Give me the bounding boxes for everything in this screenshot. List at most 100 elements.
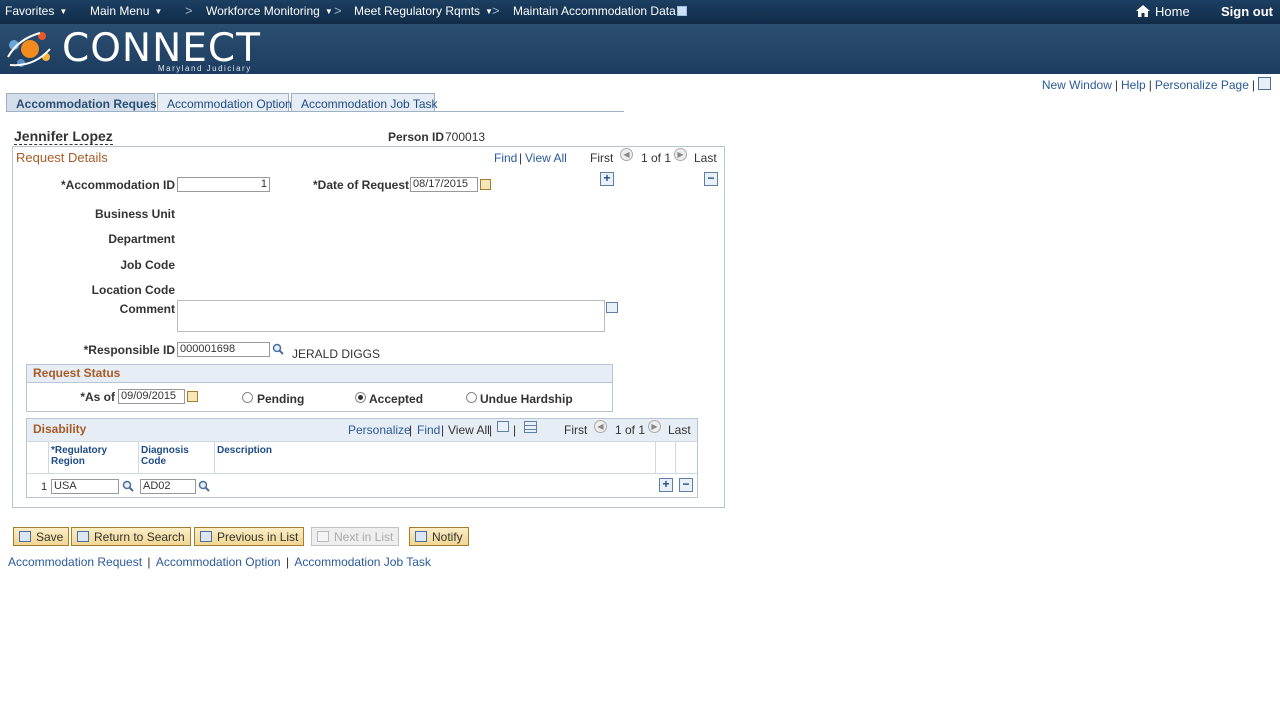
favorites-label: Favorites: [5, 4, 55, 18]
next-arrow-icon[interactable]: ▶: [648, 420, 661, 433]
job-code-label: Job Code: [120, 258, 175, 272]
view-all-link[interactable]: View All: [448, 423, 490, 437]
personalize-page-link[interactable]: Personalize Page: [1155, 78, 1249, 92]
save-icon: [19, 531, 31, 542]
undue-hardship-label: Undue Hardship: [480, 392, 573, 406]
separator: |: [519, 151, 523, 165]
regulatory-region-header[interactable]: *Regulatory Region: [49, 441, 139, 474]
tab-accommodation-job-task[interactable]: Accommodation Job Task: [291, 93, 438, 112]
lookup-search-icon[interactable]: [122, 480, 134, 492]
link-accommodation-option[interactable]: Accommodation Option: [156, 555, 281, 569]
responsible-id-input[interactable]: 000001698: [177, 342, 270, 357]
notify-label: Notify: [432, 530, 463, 544]
calendar-icon[interactable]: [480, 179, 491, 190]
location-code-label: Location Code: [91, 283, 175, 297]
accommodation-id-input[interactable]: 1: [177, 177, 270, 192]
breadcrumb-label: Workforce Monitoring: [206, 4, 320, 18]
previous-in-list-button[interactable]: Previous in List: [194, 527, 305, 546]
page-layout-icon[interactable]: [1258, 77, 1271, 90]
as-of-date-input[interactable]: 09/09/2015: [118, 389, 185, 404]
diagnosis-code-header[interactable]: Diagnosis Code: [139, 441, 215, 474]
responsible-name: JERALD DIGGS: [292, 347, 381, 361]
add-row-icon[interactable]: +: [600, 172, 614, 186]
separator: |: [1114, 78, 1118, 92]
find-link[interactable]: Find: [417, 423, 440, 437]
notify-icon: [415, 531, 427, 542]
search-page-icon[interactable]: [676, 6, 687, 16]
tab-underline: [6, 111, 624, 112]
new-window-link[interactable]: New Window: [1042, 78, 1112, 92]
first-label: First: [590, 151, 614, 165]
delete-row-icon[interactable]: −: [679, 478, 693, 492]
download-grid-icon[interactable]: [524, 421, 537, 433]
separator: |: [144, 555, 154, 569]
request-status-header: Request Status: [27, 365, 612, 383]
date-of-request-input[interactable]: 08/17/2015: [410, 177, 478, 192]
regulatory-region-input[interactable]: USA: [51, 479, 119, 494]
separator: |: [489, 423, 493, 437]
breadcrumb-separator-icon: >: [492, 3, 500, 18]
record-count: 1 of 1: [641, 151, 672, 165]
lookup-search-icon[interactable]: [198, 480, 210, 492]
home-icon: [1136, 5, 1150, 17]
row-number: 1: [41, 481, 48, 493]
maryland-judiciary-subtitle: Maryland Judiciary: [158, 64, 252, 73]
separator: |: [441, 423, 445, 437]
diagnosis-code-input[interactable]: AD02: [140, 479, 196, 494]
last-label: Last: [694, 151, 717, 165]
undue-hardship-radio[interactable]: [466, 392, 477, 403]
home-link[interactable]: Home: [1136, 4, 1190, 19]
breadcrumb-meet-regulatory[interactable]: Meet Regulatory Rqmts ▼: [354, 4, 493, 18]
row-number-header: [27, 441, 49, 474]
link-accommodation-request[interactable]: Accommodation Request: [8, 555, 142, 569]
separator: |: [1148, 78, 1152, 92]
dropdown-arrow-icon: ▼: [154, 7, 163, 16]
lookup-search-icon[interactable]: [272, 343, 284, 355]
pending-radio[interactable]: [242, 392, 253, 403]
favorites-menu[interactable]: Favorites ▼: [5, 4, 67, 18]
accommodation-id-label: *Accommodation ID: [60, 178, 175, 192]
request-details-header: Request Details Find | View All First ◀ …: [13, 147, 724, 167]
accepted-label: Accepted: [369, 392, 424, 406]
return-to-search-button[interactable]: Return to Search: [71, 527, 191, 546]
home-label: Home: [1155, 4, 1190, 19]
help-link[interactable]: Help: [1121, 78, 1146, 92]
next-in-list-button[interactable]: Next in List: [311, 527, 400, 546]
breadcrumb-workforce-monitoring[interactable]: Workforce Monitoring ▼: [206, 4, 333, 18]
description-header[interactable]: Description: [215, 441, 656, 474]
delete-row-icon[interactable]: −: [704, 172, 718, 186]
tab-accommodation-option[interactable]: Accommodation Option: [157, 93, 292, 112]
previous-arrow-icon[interactable]: ◀: [620, 148, 633, 161]
delete-column-header: [676, 441, 697, 474]
zoom-grid-icon[interactable]: [497, 421, 509, 432]
comment-textarea[interactable]: [177, 300, 605, 332]
first-label: First: [564, 423, 588, 437]
tab-accommodation-request[interactable]: Accommodation Request: [6, 93, 161, 112]
add-row-icon[interactable]: +: [659, 478, 673, 492]
separator: |: [1251, 78, 1255, 92]
next-arrow-icon[interactable]: ▶: [674, 148, 687, 161]
expand-textarea-icon[interactable]: [606, 302, 618, 313]
calendar-icon[interactable]: [187, 391, 198, 402]
comment-label: Comment: [119, 302, 175, 316]
breadcrumb-label: Meet Regulatory Rqmts: [354, 4, 481, 18]
main-menu[interactable]: Main Menu ▼: [90, 4, 162, 18]
record-count: 1 of 1: [615, 423, 646, 437]
view-all-link[interactable]: View All: [525, 151, 567, 165]
notify-button[interactable]: Notify: [409, 527, 469, 546]
save-button[interactable]: Save: [13, 527, 70, 546]
save-label: Save: [36, 530, 64, 544]
return-to-search-label: Return to Search: [94, 530, 185, 544]
separator: |: [282, 555, 293, 569]
sign-out-link[interactable]: Sign out: [1221, 4, 1273, 19]
personalize-link[interactable]: Personalize: [348, 423, 411, 437]
accepted-radio[interactable]: [355, 392, 366, 403]
breadcrumb-separator-icon: >: [185, 3, 193, 18]
previous-arrow-icon[interactable]: ◀: [594, 420, 607, 433]
person-id-label: Person ID: [388, 130, 445, 144]
bottom-page-links: Accommodation Request | Accommodation Op…: [8, 555, 431, 569]
link-accommodation-job-task[interactable]: Accommodation Job Task: [294, 555, 431, 569]
find-link[interactable]: Find: [494, 151, 517, 165]
request-status-title: Request Status: [33, 366, 121, 380]
next-in-list-label: Next in List: [334, 530, 394, 544]
